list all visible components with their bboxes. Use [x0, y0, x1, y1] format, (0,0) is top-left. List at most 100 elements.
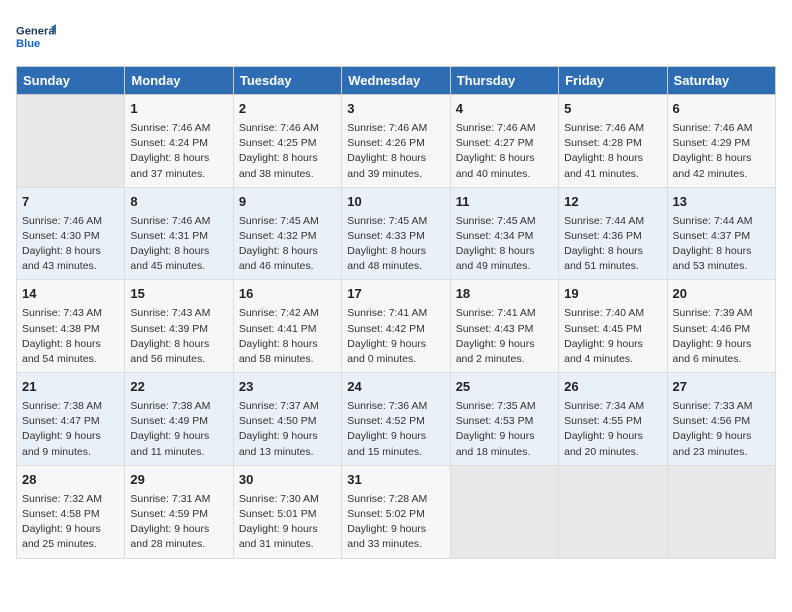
calendar-table: SundayMondayTuesdayWednesdayThursdayFrid…: [16, 66, 776, 559]
day-number: 6: [673, 100, 770, 119]
week-row-5: 28Sunrise: 7:32 AM Sunset: 4:58 PM Dayli…: [17, 465, 776, 558]
day-cell: 30 Sunrise: 7:30 AM Sunset: 5:01 PM Dayli…: [233, 465, 341, 558]
day-info: Sunrise: 7:44 AM Sunset: 4:37 PM Dayligh…: [673, 214, 770, 275]
logo-graphic: General Blue: [16, 16, 56, 56]
week-row-1: 1 Sunrise: 7:46 AM Sunset: 4:24 PM Daylig…: [17, 95, 776, 188]
day-number: 30: [239, 471, 336, 490]
week-row-3: 14Sunrise: 7:43 AM Sunset: 4:38 PM Dayli…: [17, 280, 776, 373]
day-cell: 11Sunrise: 7:45 AM Sunset: 4:34 PM Dayli…: [450, 187, 558, 280]
week-row-2: 7Sunrise: 7:46 AM Sunset: 4:30 PM Daylig…: [17, 187, 776, 280]
day-number: 10: [347, 193, 444, 212]
svg-text:Blue: Blue: [16, 38, 40, 50]
day-info: Sunrise: 7:42 AM Sunset: 4:41 PM Dayligh…: [239, 306, 336, 367]
day-info: Sunrise: 7:33 AM Sunset: 4:56 PM Dayligh…: [673, 399, 770, 460]
day-number: 13: [673, 193, 770, 212]
page-header: General Blue: [16, 16, 776, 56]
week-row-4: 21 Sunrise: 7:38 AM Sunset: 4:47 PM Dayli…: [17, 373, 776, 466]
day-cell: 9 Sunrise: 7:45 AM Sunset: 4:32 PM Daylig…: [233, 187, 341, 280]
day-number: 1: [130, 100, 227, 119]
day-info: Sunrise: 7:38 AM Sunset: 4:49 PM Dayligh…: [130, 399, 227, 460]
day-number: 9: [239, 193, 336, 212]
day-cell: 10Sunrise: 7:45 AM Sunset: 4:33 PM Dayli…: [342, 187, 450, 280]
day-cell: 4 Sunrise: 7:46 AM Sunset: 4:27 PM Daylig…: [450, 95, 558, 188]
day-info: Sunrise: 7:36 AM Sunset: 4:52 PM Dayligh…: [347, 399, 444, 460]
day-number: 21: [22, 378, 119, 397]
day-info: Sunrise: 7:37 AM Sunset: 4:50 PM Dayligh…: [239, 399, 336, 460]
day-number: 22: [130, 378, 227, 397]
day-number: 4: [456, 100, 553, 119]
day-cell: 12 Sunrise: 7:44 AM Sunset: 4:36 PM Dayli…: [559, 187, 667, 280]
day-number: 23: [239, 378, 336, 397]
day-cell: 23 Sunrise: 7:37 AM Sunset: 4:50 PM Dayli…: [233, 373, 341, 466]
day-number: 11: [456, 193, 553, 212]
day-cell: 25 Sunrise: 7:35 AM Sunset: 4:53 PM Dayli…: [450, 373, 558, 466]
day-number: 29: [130, 471, 227, 490]
day-info: Sunrise: 7:46 AM Sunset: 4:30 PM Dayligh…: [22, 214, 119, 275]
column-header-monday: Monday: [125, 67, 233, 95]
header-row: SundayMondayTuesdayWednesdayThursdayFrid…: [17, 67, 776, 95]
day-info: Sunrise: 7:30 AM Sunset: 5:01 PM Dayligh…: [239, 492, 336, 553]
day-info: Sunrise: 7:46 AM Sunset: 4:31 PM Dayligh…: [130, 214, 227, 275]
day-info: Sunrise: 7:46 AM Sunset: 4:24 PM Dayligh…: [130, 121, 227, 182]
day-cell: 22 Sunrise: 7:38 AM Sunset: 4:49 PM Dayli…: [125, 373, 233, 466]
day-info: Sunrise: 7:28 AM Sunset: 5:02 PM Dayligh…: [347, 492, 444, 553]
day-cell: 28Sunrise: 7:32 AM Sunset: 4:58 PM Dayli…: [17, 465, 125, 558]
day-cell: [450, 465, 558, 558]
day-cell: 6 Sunrise: 7:46 AM Sunset: 4:29 PM Daylig…: [667, 95, 775, 188]
day-cell: [559, 465, 667, 558]
day-number: 20: [673, 285, 770, 304]
day-cell: 16 Sunrise: 7:42 AM Sunset: 4:41 PM Dayli…: [233, 280, 341, 373]
day-info: Sunrise: 7:46 AM Sunset: 4:29 PM Dayligh…: [673, 121, 770, 182]
day-number: 25: [456, 378, 553, 397]
day-number: 8: [130, 193, 227, 212]
day-cell: 15 Sunrise: 7:43 AM Sunset: 4:39 PM Dayli…: [125, 280, 233, 373]
day-cell: [17, 95, 125, 188]
column-header-tuesday: Tuesday: [233, 67, 341, 95]
day-cell: 2 Sunrise: 7:46 AM Sunset: 4:25 PM Daylig…: [233, 95, 341, 188]
day-info: Sunrise: 7:38 AM Sunset: 4:47 PM Dayligh…: [22, 399, 119, 460]
day-cell: 20Sunrise: 7:39 AM Sunset: 4:46 PM Dayli…: [667, 280, 775, 373]
day-number: 31: [347, 471, 444, 490]
day-cell: 24 Sunrise: 7:36 AM Sunset: 4:52 PM Dayli…: [342, 373, 450, 466]
day-number: 2: [239, 100, 336, 119]
day-cell: 18Sunrise: 7:41 AM Sunset: 4:43 PM Dayli…: [450, 280, 558, 373]
day-number: 5: [564, 100, 661, 119]
day-cell: 1 Sunrise: 7:46 AM Sunset: 4:24 PM Daylig…: [125, 95, 233, 188]
day-info: Sunrise: 7:41 AM Sunset: 4:43 PM Dayligh…: [456, 306, 553, 367]
column-header-wednesday: Wednesday: [342, 67, 450, 95]
day-number: 15: [130, 285, 227, 304]
day-info: Sunrise: 7:46 AM Sunset: 4:26 PM Dayligh…: [347, 121, 444, 182]
day-cell: 13 Sunrise: 7:44 AM Sunset: 4:37 PM Dayli…: [667, 187, 775, 280]
day-info: Sunrise: 7:43 AM Sunset: 4:39 PM Dayligh…: [130, 306, 227, 367]
day-cell: 26Sunrise: 7:34 AM Sunset: 4:55 PM Dayli…: [559, 373, 667, 466]
day-cell: 17Sunrise: 7:41 AM Sunset: 4:42 PM Dayli…: [342, 280, 450, 373]
svg-text:General: General: [16, 25, 56, 37]
day-cell: [667, 465, 775, 558]
day-info: Sunrise: 7:45 AM Sunset: 4:32 PM Dayligh…: [239, 214, 336, 275]
day-info: Sunrise: 7:46 AM Sunset: 4:25 PM Dayligh…: [239, 121, 336, 182]
column-header-friday: Friday: [559, 67, 667, 95]
day-info: Sunrise: 7:43 AM Sunset: 4:38 PM Dayligh…: [22, 306, 119, 367]
day-number: 19: [564, 285, 661, 304]
logo: General Blue: [16, 16, 56, 56]
day-cell: 31 Sunrise: 7:28 AM Sunset: 5:02 PM Dayli…: [342, 465, 450, 558]
day-cell: 3Sunrise: 7:46 AM Sunset: 4:26 PM Daylig…: [342, 95, 450, 188]
day-info: Sunrise: 7:46 AM Sunset: 4:27 PM Dayligh…: [456, 121, 553, 182]
day-info: Sunrise: 7:44 AM Sunset: 4:36 PM Dayligh…: [564, 214, 661, 275]
day-cell: 27 Sunrise: 7:33 AM Sunset: 4:56 PM Dayli…: [667, 373, 775, 466]
day-cell: 5 Sunrise: 7:46 AM Sunset: 4:28 PM Daylig…: [559, 95, 667, 188]
column-header-saturday: Saturday: [667, 67, 775, 95]
day-number: 24: [347, 378, 444, 397]
day-info: Sunrise: 7:46 AM Sunset: 4:28 PM Dayligh…: [564, 121, 661, 182]
day-cell: 29 Sunrise: 7:31 AM Sunset: 4:59 PM Dayli…: [125, 465, 233, 558]
day-number: 16: [239, 285, 336, 304]
day-cell: 8 Sunrise: 7:46 AM Sunset: 4:31 PM Daylig…: [125, 187, 233, 280]
day-cell: 21 Sunrise: 7:38 AM Sunset: 4:47 PM Dayli…: [17, 373, 125, 466]
day-info: Sunrise: 7:31 AM Sunset: 4:59 PM Dayligh…: [130, 492, 227, 553]
day-info: Sunrise: 7:35 AM Sunset: 4:53 PM Dayligh…: [456, 399, 553, 460]
day-number: 27: [673, 378, 770, 397]
logo-container: General Blue: [16, 16, 56, 56]
day-number: 12: [564, 193, 661, 212]
day-info: Sunrise: 7:40 AM Sunset: 4:45 PM Dayligh…: [564, 306, 661, 367]
day-info: Sunrise: 7:32 AM Sunset: 4:58 PM Dayligh…: [22, 492, 119, 553]
